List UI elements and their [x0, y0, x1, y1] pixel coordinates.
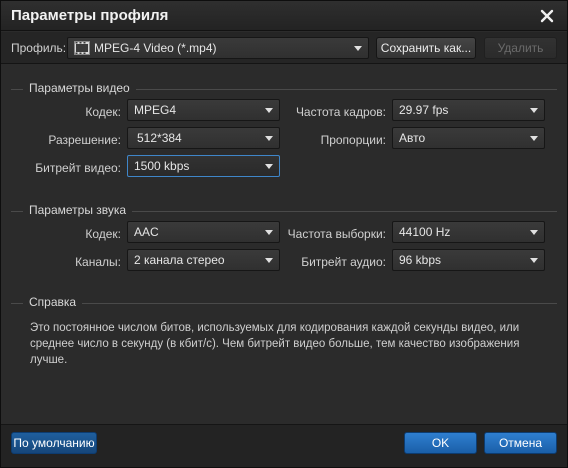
- chevron-down-icon: [265, 230, 273, 235]
- aspect-select[interactable]: Авто: [392, 127, 545, 149]
- aspect-value: Авто: [399, 131, 426, 145]
- video-section-title: Параметры видео: [23, 81, 136, 95]
- close-icon[interactable]: [537, 6, 557, 26]
- video-bitrate-select[interactable]: 1500 kbps: [127, 155, 280, 177]
- audio-codec-label: Кодек:: [85, 227, 121, 241]
- chevron-down-icon: [530, 230, 538, 235]
- profile-toolbar: Профиль: MPEG-4 Video (*.mp4) Сохранить …: [1, 32, 567, 64]
- settings-content: Параметры видео Кодек: MPEG4 Частота кад…: [1, 65, 567, 425]
- audio-codec-value: AAC: [134, 225, 159, 239]
- chevron-down-icon: [265, 164, 273, 169]
- cancel-button[interactable]: Отмена: [484, 432, 557, 454]
- samplerate-value: 44100 Hz: [399, 225, 451, 239]
- chevron-down-icon: [265, 136, 273, 141]
- help-text: Это постоянное числом битов, используемы…: [30, 322, 520, 366]
- help-section-title: Справка: [23, 295, 83, 309]
- profile-value: MPEG-4 Video (*.mp4): [94, 41, 217, 55]
- framerate-select[interactable]: 29.97 fps: [392, 99, 545, 121]
- chevron-down-icon: [265, 258, 273, 263]
- mpeg-film-icon: [74, 41, 90, 58]
- audio-bitrate-label: Битрейт аудио:: [301, 255, 386, 269]
- resolution-select[interactable]: 512*384: [127, 127, 280, 149]
- video-section-header: Параметры видео: [11, 81, 557, 97]
- help-section-header: Справка: [11, 295, 557, 311]
- profile-select[interactable]: MPEG-4 Video (*.mp4): [67, 37, 369, 59]
- aspect-label: Пропорции:: [320, 133, 386, 147]
- delete-button[interactable]: Удалить: [484, 37, 557, 59]
- video-bitrate-value: 1500 kbps: [134, 159, 190, 173]
- profile-settings-dialog: Параметры профиля Профиль: MPEG-4 Video …: [0, 0, 568, 468]
- samplerate-label: Частота выборки:: [287, 227, 386, 241]
- chevron-down-icon: [530, 258, 538, 263]
- dialog-footer: По умолчанию OK Отмена: [1, 424, 567, 467]
- chevron-down-icon: [530, 136, 538, 141]
- channels-value: 2 канала стерео: [134, 253, 225, 267]
- audio-codec-select[interactable]: AAC: [127, 221, 280, 243]
- video-codec-label: Кодек:: [85, 105, 121, 119]
- default-button[interactable]: По умолчанию: [11, 432, 97, 454]
- resolution-value: 512*384: [137, 131, 182, 145]
- resolution-label: Разрешение:: [48, 133, 121, 147]
- chevron-down-icon: [530, 108, 538, 113]
- framerate-label: Частота кадров:: [295, 105, 386, 119]
- chevron-down-icon: [265, 108, 273, 113]
- save-as-button[interactable]: Сохранить как...: [376, 37, 476, 59]
- channels-select[interactable]: 2 канала стерео: [127, 249, 280, 271]
- framerate-value: 29.97 fps: [399, 103, 449, 117]
- audio-bitrate-select[interactable]: 96 kbps: [392, 249, 545, 271]
- video-codec-select[interactable]: MPEG4: [127, 99, 280, 121]
- audio-section-title: Параметры звука: [23, 203, 133, 217]
- ok-button[interactable]: OK: [404, 432, 477, 454]
- dialog-title: Параметры профиля: [11, 7, 169, 24]
- channels-label: Каналы:: [75, 255, 121, 269]
- profile-label: Профиль:: [11, 41, 67, 55]
- samplerate-select[interactable]: 44100 Hz: [392, 221, 545, 243]
- audio-bitrate-value: 96 kbps: [399, 253, 442, 267]
- title-bar[interactable]: Параметры профиля: [1, 1, 567, 31]
- video-bitrate-label: Битрейт видео:: [35, 161, 121, 175]
- audio-section-header: Параметры звука: [11, 203, 557, 219]
- video-codec-value: MPEG4: [134, 103, 177, 117]
- chevron-down-icon: [354, 46, 362, 51]
